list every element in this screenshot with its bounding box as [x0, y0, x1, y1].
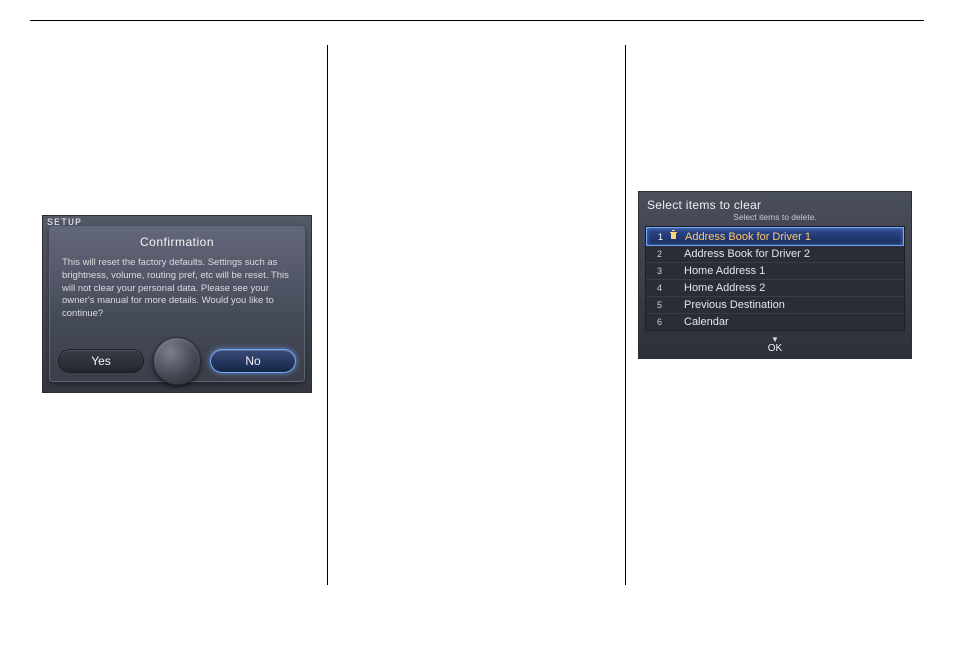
list-item-label: Address Book for Driver 2 — [684, 248, 810, 260]
dialog-body-text: This will reset the factory defaults. Se… — [60, 255, 294, 349]
list-item-label: Calendar — [684, 316, 729, 328]
list-item-label: Previous Destination — [684, 299, 785, 311]
clear-items-title: Select items to clear — [645, 196, 905, 212]
dialog-title: Confirmation — [60, 233, 294, 255]
trash-icon — [669, 230, 678, 240]
three-column-layout: SETUP Confirmation This will reset the f… — [30, 45, 924, 585]
ok-bar: OK — [645, 335, 905, 354]
ok-button[interactable]: OK — [768, 335, 782, 354]
clear-items-screen: Select items to clear Select items to de… — [638, 191, 912, 359]
column-middle — [327, 45, 626, 585]
page-top-rule — [30, 20, 924, 21]
clear-items-subtitle: Select items to delete. — [645, 212, 905, 226]
dialog-button-row: Yes No — [50, 349, 304, 381]
list-item[interactable]: 3 Home Address 1 — [646, 263, 904, 280]
list-item-number: 1 — [653, 232, 663, 242]
list-item-number: 5 — [652, 300, 662, 310]
list-item[interactable]: 6 Calendar — [646, 314, 904, 330]
confirmation-screen: SETUP Confirmation This will reset the f… — [42, 215, 312, 393]
list-item[interactable]: 5 Previous Destination — [646, 297, 904, 314]
no-button[interactable]: No — [210, 349, 296, 373]
column-right: Select items to clear Select items to de… — [626, 45, 924, 585]
list-item[interactable]: 4 Home Address 2 — [646, 280, 904, 297]
dial-knob-icon[interactable] — [153, 337, 201, 385]
clear-items-list: 1 Address Book for Driver 1 2 Address Book … — [645, 226, 905, 331]
list-item[interactable]: 2 Address Book for Driver 2 — [646, 246, 904, 263]
list-item-number: 3 — [652, 266, 662, 276]
list-item-number: 4 — [652, 283, 662, 293]
confirmation-dialog: Confirmation This will reset the factory… — [49, 226, 305, 382]
column-left: SETUP Confirmation This will reset the f… — [30, 45, 327, 585]
list-item-label: Address Book for Driver 1 — [685, 231, 811, 243]
list-item-label: Home Address 2 — [684, 282, 765, 294]
list-item[interactable]: 1 Address Book for Driver 1 — [646, 227, 904, 246]
list-item-trash-slot — [669, 230, 679, 243]
list-item-number: 2 — [652, 249, 662, 259]
list-item-label: Home Address 1 — [684, 265, 765, 277]
list-item-number: 6 — [652, 317, 662, 327]
yes-button[interactable]: Yes — [58, 349, 144, 373]
